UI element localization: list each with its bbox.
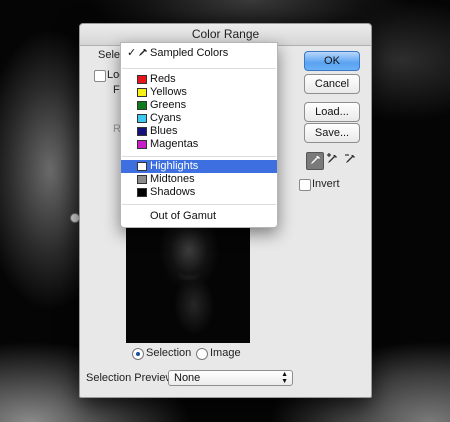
eyedropper-icon — [138, 48, 148, 62]
preview-face — [144, 225, 234, 335]
selection-radio-label: Selection — [146, 347, 192, 359]
localized-checkbox[interactable] — [94, 70, 106, 82]
menu-item-label: Highlights — [150, 160, 199, 172]
menu-item-shadows[interactable]: Shadows — [121, 186, 277, 199]
menu-item-out-of-gamut[interactable]: Out of Gamut — [121, 210, 277, 223]
menu-item-label: Out of Gamut — [150, 210, 217, 222]
white-swatch-icon — [137, 162, 147, 171]
blue-swatch-icon — [137, 127, 147, 136]
menu-item-cyans[interactable]: Cyans — [121, 112, 277, 125]
menu-separator — [122, 68, 276, 69]
eyedropper-icon[interactable] — [306, 152, 324, 170]
selection-preview-image — [126, 225, 250, 343]
selection-radio[interactable] — [132, 348, 144, 360]
image-radio-label: Image — [210, 347, 241, 359]
menu-item-label: Cyans — [150, 112, 182, 124]
menu-item-highlights[interactable]: Highlights — [121, 160, 277, 173]
menu-item-sampled-colors[interactable]: ✓ Sampled Colors — [121, 47, 277, 60]
menu-item-label: Blues — [150, 125, 178, 137]
menu-separator — [122, 156, 276, 157]
yellow-swatch-icon — [137, 88, 147, 97]
invert-checkbox[interactable] — [299, 179, 311, 191]
select-dropdown-menu: ✓ Sampled Colors Reds Yellows Greens Cya… — [120, 42, 278, 228]
menu-item-label: Magentas — [150, 138, 199, 150]
menu-item-greens[interactable]: Greens — [121, 99, 277, 112]
menu-item-label: Yellows — [150, 86, 187, 98]
black-swatch-icon — [137, 188, 147, 197]
checkmark-icon: ✓ — [127, 47, 137, 59]
menu-item-midtones[interactable]: Midtones — [121, 173, 277, 186]
eyedropper-plus-icon[interactable] — [324, 152, 340, 168]
cyan-swatch-icon — [137, 114, 147, 123]
image-radio[interactable] — [196, 348, 208, 360]
magenta-swatch-icon — [137, 140, 147, 149]
ok-button[interactable]: OK — [304, 51, 360, 71]
red-swatch-icon — [137, 75, 147, 84]
invert-label: Invert — [312, 178, 340, 190]
selection-preview-value: None — [174, 372, 201, 384]
menu-item-label: Sampled Colors — [150, 47, 229, 59]
updown-arrows-icon: ▲ ▼ — [281, 371, 288, 385]
menu-item-blues[interactable]: Blues — [121, 125, 277, 138]
menu-item-magentas[interactable]: Magentas — [121, 138, 277, 151]
load-button[interactable]: Load... — [304, 102, 360, 122]
green-swatch-icon — [137, 101, 147, 110]
selection-preview-select[interactable]: None ▲ ▼ — [168, 370, 293, 386]
menu-item-yellows[interactable]: Yellows — [121, 86, 277, 99]
menu-item-label: Greens — [150, 99, 187, 111]
menu-item-label: Shadows — [150, 186, 196, 198]
menu-separator — [122, 204, 276, 205]
eyedropper-minus-icon[interactable] — [342, 152, 358, 168]
menu-item-label: Midtones — [150, 173, 195, 185]
gray-swatch-icon — [137, 175, 147, 184]
menu-item-label: Reds — [150, 73, 176, 85]
menu-item-reds[interactable]: Reds — [121, 73, 277, 86]
selection-preview-label: Selection Preview: — [86, 372, 177, 384]
cancel-button[interactable]: Cancel — [304, 74, 360, 94]
save-button[interactable]: Save... — [304, 123, 360, 143]
